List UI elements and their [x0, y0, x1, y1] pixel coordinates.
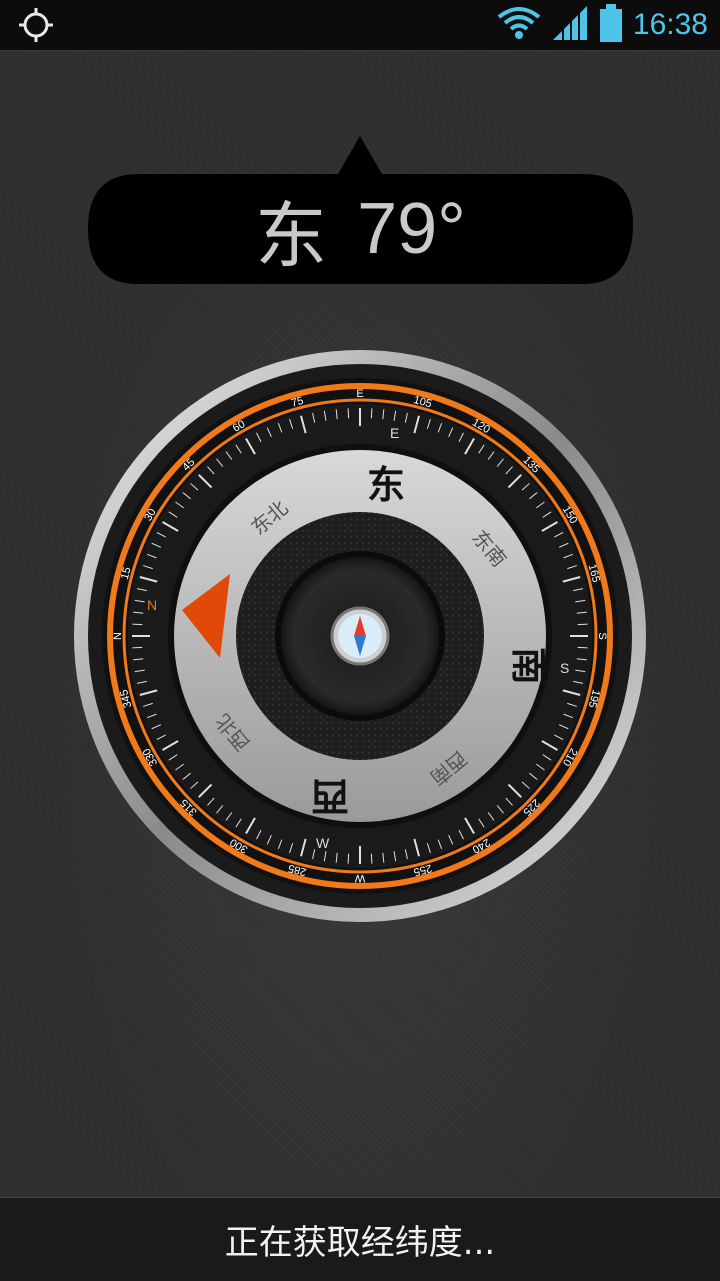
ring-letter-right: S [560, 660, 569, 676]
heading-direction: 东 [255, 196, 328, 277]
status-bar: 16:38 [0, 0, 720, 51]
tick-number: S [596, 632, 608, 639]
ring-letter-left: N [147, 597, 157, 613]
tick-mark [347, 408, 350, 419]
tick-mark [577, 623, 588, 626]
tick-mark [132, 623, 143, 626]
heading-degrees: 79° [357, 189, 466, 269]
tick-mark [577, 646, 588, 649]
tick-mark [370, 853, 373, 864]
tick-number: E [356, 388, 363, 400]
ring-letter-bottom: W [316, 835, 330, 851]
label-bottom: 西 [311, 774, 349, 818]
clock: 16:38 [632, 8, 708, 41]
compass-dial[interactable]: E 105 120 135 150 165 S 195 210 225 240 255 W 285 300 3… [72, 348, 648, 924]
tick-mark [370, 408, 373, 419]
tick-number: W [354, 872, 365, 884]
signal-icon [551, 4, 589, 46]
tick-number: N [112, 632, 124, 640]
bottom-status-bar: 正在获取经纬度... [0, 1197, 720, 1281]
label-top: 东 [367, 463, 405, 507]
ring-letter-top: E [390, 425, 399, 441]
gps-crosshair-icon [18, 7, 54, 43]
location-status-text: 正在获取经纬度... [224, 1223, 496, 1263]
wifi-icon [497, 5, 541, 45]
compass-svg: E105120135150165S195210225240255W2853003… [74, 350, 646, 922]
heading-bubble: 东 79° [88, 122, 633, 284]
label-right: 南 [507, 647, 551, 685]
tick-mark [347, 853, 350, 864]
battery-icon [599, 3, 623, 47]
mini-compass-icon [330, 606, 390, 666]
tick-mark [132, 646, 143, 649]
